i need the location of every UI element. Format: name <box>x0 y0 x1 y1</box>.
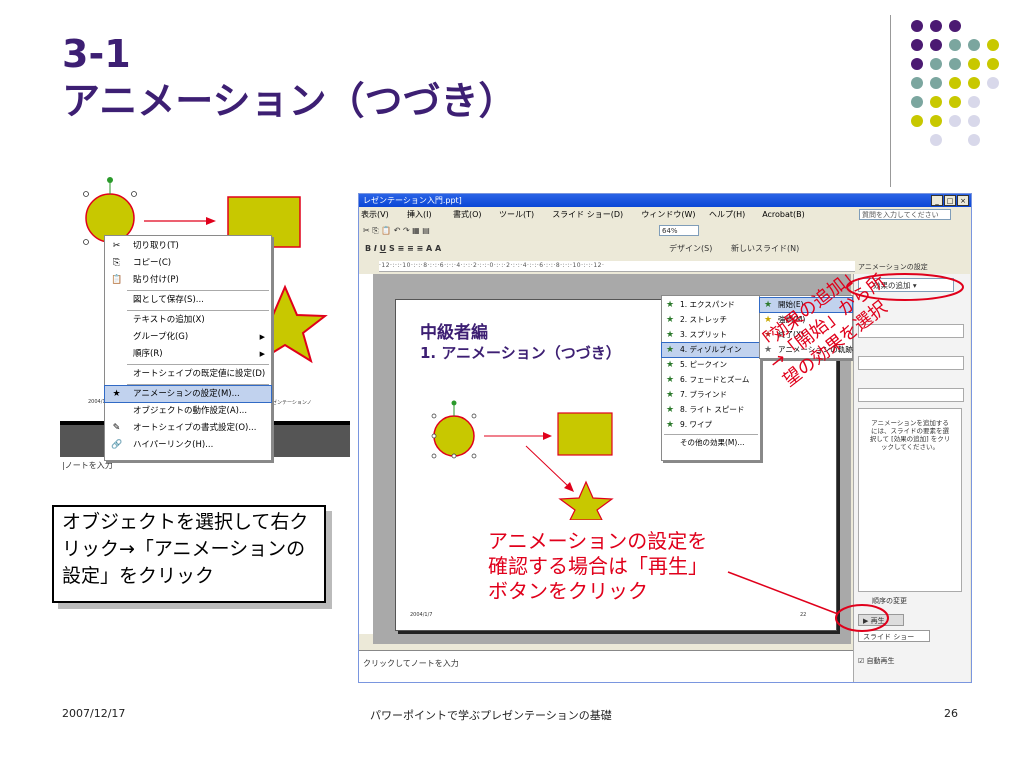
link-icon: 🔗 <box>111 440 123 450</box>
powerpoint-window: レゼンテーション入門.ppt] _ □ × 表示(V) 挿入(I) 書式(O) ツール… <box>358 193 972 683</box>
effect-star-icon: ★ <box>666 345 675 355</box>
start-effect-item[interactable]: ★ 8. ライト スピード <box>662 403 760 417</box>
maximize-button[interactable]: □ <box>944 195 956 206</box>
new-slide-button[interactable]: 新しいスライド(N) <box>731 240 799 258</box>
start-effect-item[interactable]: ★ 4. ディゾルブイン <box>661 342 761 358</box>
footer-title: パワーポイントで学ぶプレゼンテーションの基礎 <box>370 709 612 722</box>
context-menu-item[interactable]: 📋 貼り付け(P) <box>105 272 271 288</box>
context-menu-item[interactable]: ✂ 切り取り(T) <box>105 238 271 254</box>
start-effect-item[interactable]: ★ 5. ピークイン <box>662 358 760 372</box>
formatting-toolbar: B I U S ≡ ≡ ≡ A A デザイン(S) 新しいスライド(N) <box>359 240 971 258</box>
order-change-label: 順序の変更 <box>872 597 907 605</box>
footer-page-number: 26 <box>944 707 958 720</box>
effect-star-icon: ★ <box>666 330 675 340</box>
context-menu-item[interactable]: 順序(R) ▶ <box>105 346 271 362</box>
menu-item[interactable]: ヘルプ(H) <box>709 207 745 222</box>
menu-separator <box>127 310 269 311</box>
start-effect-item[interactable]: その他の効果(M)... <box>662 436 760 450</box>
start-effect-item[interactable]: ★ 7. ブラインド <box>662 388 760 402</box>
vertical-ruler <box>359 274 374 634</box>
submenu-arrow-icon: ▶ <box>259 333 265 341</box>
toolbar-icons[interactable]: ✂ ⎘ 📋 ↶ ↷ ▦ ▤ <box>363 226 430 235</box>
inner-slide-subtitle: 1. アニメーション（つづき） <box>420 344 621 362</box>
menu-item[interactable]: 挿入(I) <box>407 207 432 222</box>
copy-icon: ⎘ <box>112 258 121 268</box>
context-menu-item[interactable]: グループ化(G) ▶ <box>105 329 271 345</box>
menu-item[interactable]: ツール(T) <box>499 207 534 222</box>
zoom-select[interactable]: 64% <box>659 225 699 236</box>
context-menu-item[interactable]: テキストの追加(X) <box>105 312 271 328</box>
menu-item[interactable]: 書式(O) <box>453 207 482 222</box>
menu-separator <box>127 290 269 291</box>
context-menu-item[interactable]: オブジェクトの動作設定(A)... <box>105 403 271 419</box>
left-slide-footer: ゼンテーションノ <box>272 400 312 406</box>
effect-star-icon: ★ <box>666 300 675 310</box>
play-instruction-note: アニメーションの設定を 確認する場合は「再生」 ボタンをクリック <box>488 529 708 603</box>
animation-icon: ★ <box>112 389 121 399</box>
decorative-dots <box>911 20 999 146</box>
effect-star-icon: ★ <box>666 360 675 370</box>
effect-star-icon: ★ <box>666 390 675 400</box>
help-search-input[interactable]: 質問を入力してください <box>859 209 951 220</box>
menu-separator <box>127 364 269 365</box>
effect-star-icon: ★ <box>666 315 675 325</box>
inner-slide-date: 2004/1/7 <box>410 612 433 618</box>
start-effect-submenu[interactable]: ★ 1. エクスパンド ★ 2. ストレッチ ★ 3. スプリット ★ 4. ディゾルブイン ★… <box>661 295 761 461</box>
inner-star-shape <box>558 480 614 520</box>
start-effect-item[interactable]: ★ 9. ワイプ <box>662 418 760 432</box>
design-button[interactable]: デザイン(S) <box>669 240 712 258</box>
animation-list[interactable]: アニメーションを追加するには、スライドの要素を選択して [効果の追加] をクリッ… <box>858 408 962 592</box>
context-menu-item[interactable]: 🔗 ハイパーリンク(H)... <box>105 437 271 453</box>
inner-slide-title: 中級者編 <box>420 323 488 343</box>
menu-separator <box>664 434 758 435</box>
start-effect-item[interactable]: ★ 2. ストレッチ <box>662 313 760 327</box>
notes-pane[interactable]: クリックしてノートを入力 <box>359 650 853 682</box>
context-menu-item[interactable]: ★ アニメーションの設定(M)... <box>104 385 272 403</box>
slide-title: アニメーション（つづき） <box>62 79 517 123</box>
context-menu-item[interactable]: ⎘ コピー(C) <box>105 255 271 271</box>
custom-animation-pane: アニメーションの設定 効果の追加 ▾ アニメーションを追加するには、スライドの要… <box>853 263 970 682</box>
effect-star-icon: ★ <box>666 405 675 415</box>
menu-item[interactable]: ウィンドウ(W) <box>641 207 695 222</box>
window-controls: _ □ × <box>931 195 969 206</box>
footer-date: 2007/12/17 <box>62 707 126 720</box>
inner-slide-page: 22 <box>800 612 807 618</box>
menu-item[interactable]: Acrobat(B) <box>762 207 805 222</box>
window-titlebar: レゼンテーション入門.ppt] <box>359 194 971 207</box>
context-menu-item[interactable]: ✎ オートシェイプの書式設定(O)... <box>105 420 271 436</box>
start-effect-item[interactable]: ★ 1. エクスパンド <box>662 298 760 312</box>
start-effect-item[interactable]: ★ 6. フェードとズーム <box>662 373 760 387</box>
start-effect-item[interactable]: ★ 3. スプリット <box>662 328 760 342</box>
effect-star-icon: ★ <box>666 420 675 430</box>
menu-separator <box>127 384 269 385</box>
menu-item[interactable]: スライド ショー(D) <box>552 207 623 222</box>
context-menu[interactable]: ✂ 切り取り(T) ⎘ コピー(C) 📋 貼り付け(P) 図として保存(S)... テキストの… <box>104 235 272 461</box>
play-button[interactable]: ▶ 再生 <box>858 614 904 626</box>
menu-item[interactable]: 表示(V) <box>361 207 389 222</box>
submenu-arrow-icon: ▶ <box>259 350 265 358</box>
autoplay-checkbox[interactable]: ☑ 自動再生 <box>858 656 895 666</box>
context-menu-item[interactable]: 図として保存(S)... <box>105 292 271 308</box>
scissors-icon: ✂ <box>112 241 121 251</box>
slide-number-title: 3-1 <box>62 32 131 76</box>
window-title: レゼンテーション入門.ppt] <box>363 196 462 205</box>
effect-category-icon: ★ <box>764 300 773 310</box>
context-menu-item[interactable]: オートシェイプの既定値に設定(D) <box>105 366 271 382</box>
format-icon: ✎ <box>112 423 121 433</box>
horizontal-ruler: ·12·:·:·10·:·:·8·:·:·6·:·:·4·:·:·2·:·:·0… <box>379 261 855 272</box>
standard-toolbar: ✂ ⎘ 📋 ↶ ↷ ▦ ▤ 64% <box>359 222 971 240</box>
title-divider <box>890 15 891 187</box>
inner-slide-shapes <box>431 400 613 492</box>
close-button[interactable]: × <box>957 195 969 206</box>
left-notes-text: |ノートを入力 <box>62 461 113 470</box>
format-icons[interactable]: B I U S ≡ ≡ ≡ A A <box>365 244 441 253</box>
minimize-button[interactable]: _ <box>931 195 943 206</box>
instruction-callout: オブジェクトを選択して右クリック→「アニメーションの設定」をクリック <box>52 505 326 603</box>
paste-icon: 📋 <box>111 275 123 285</box>
slideshow-button[interactable]: スライド ショー <box>858 630 930 642</box>
speed-select[interactable] <box>858 388 964 402</box>
property-select[interactable] <box>858 356 964 370</box>
effect-star-icon: ★ <box>666 375 675 385</box>
